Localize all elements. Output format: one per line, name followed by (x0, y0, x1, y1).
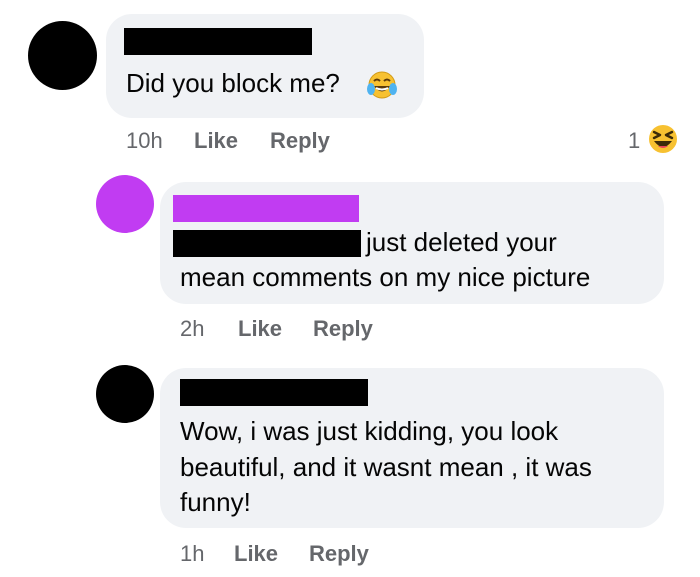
like-button[interactable]: Like (238, 316, 282, 342)
comment-time[interactable]: 10h (126, 128, 163, 154)
comment-text: beautiful, and it wasnt mean , it was (180, 452, 592, 482)
comment-text: funny! (180, 487, 251, 517)
redacted-name[interactable] (173, 195, 359, 222)
avatar[interactable] (96, 365, 154, 423)
avatar[interactable] (28, 21, 97, 90)
avatar[interactable] (96, 175, 154, 233)
comment-text: mean comments on my nice picture (180, 262, 591, 292)
comment-bubble: just deleted your mean comments on my ni… (160, 182, 664, 304)
reply-button[interactable]: Reply (309, 541, 369, 567)
comment-time[interactable]: 2h (180, 316, 204, 342)
comment-time[interactable]: 1h (180, 541, 204, 567)
like-button[interactable]: Like (234, 541, 278, 567)
tears-of-joy-emoji (367, 71, 397, 99)
reply-button[interactable]: Reply (270, 128, 330, 154)
reply-button[interactable]: Reply (313, 316, 373, 342)
comment-text: Wow, i was just kidding, you look (180, 416, 559, 446)
comment-text: just deleted your (366, 227, 557, 257)
redacted-mention (173, 230, 361, 257)
comment-bubble: Did you block me? (106, 14, 424, 118)
like-button[interactable]: Like (194, 128, 238, 154)
comment-bubble: Wow, i was just kidding, you look beauti… (160, 368, 664, 528)
redacted-name[interactable] (124, 28, 312, 55)
redacted-name[interactable] (180, 379, 368, 406)
comment-text: Did you block me? (126, 68, 340, 98)
laughing-squint-emoji[interactable] (646, 122, 680, 156)
reaction-count[interactable]: 1 (628, 128, 640, 154)
